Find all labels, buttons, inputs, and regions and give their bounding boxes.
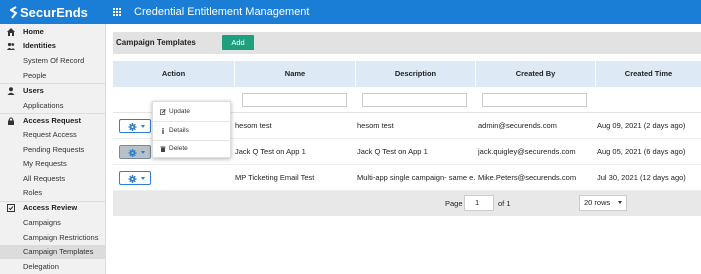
gear-icon [128, 123, 137, 131]
table-row: MP Ticketing Email Test Multi-app single… [113, 165, 701, 191]
row-action-button[interactable] [119, 145, 151, 159]
menu-item-update[interactable]: Update [153, 103, 232, 121]
chevron-down-icon [141, 125, 145, 128]
info-icon [162, 128, 164, 134]
menu-item-details[interactable]: Details [153, 122, 232, 140]
edit-icon [160, 109, 166, 115]
gear-icon [128, 149, 137, 157]
sidebar: Home Identities System Of Record People … [0, 24, 106, 274]
created-by-filter-input[interactable] [482, 93, 587, 107]
chevron-down-icon [141, 151, 145, 154]
gear-icon [128, 175, 137, 183]
sidebar-item-request-access[interactable]: Request Access [0, 128, 106, 142]
table-header: Action Name Description Created By Creat… [113, 61, 701, 87]
row-action-button[interactable] [119, 119, 151, 133]
chevron-down-icon [141, 177, 145, 180]
sidebar-item-pending-requests[interactable]: Pending Requests [0, 143, 106, 157]
logo-mark-icon [10, 6, 18, 19]
page-title-bar [113, 32, 701, 54]
cell-name: Jack Q Test on App 1 [235, 147, 306, 156]
column-header-action: Action [113, 61, 235, 87]
sidebar-item-campaigns[interactable]: Campaigns [0, 216, 106, 230]
cell-description: Multi-app single campaign- same e… [357, 173, 475, 182]
chevron-down-icon [618, 201, 622, 204]
cell-description: hesom test [357, 121, 394, 130]
add-button[interactable]: Add [222, 35, 254, 50]
description-filter-input[interactable] [362, 93, 467, 107]
sidebar-item-access-request[interactable]: Access Request [0, 114, 106, 128]
cell-created-time: Jul 30, 2021 (12 days ago) [597, 173, 686, 182]
page-label: Page [445, 199, 463, 208]
identities-icon [7, 42, 15, 50]
row-action-button[interactable] [119, 171, 151, 185]
column-header-description[interactable]: Description [356, 61, 476, 87]
sidebar-item-home[interactable]: Home [0, 25, 106, 39]
app-title: Credential Entitlement Management [134, 6, 310, 18]
lock-icon [8, 117, 14, 125]
sidebar-item-my-requests[interactable]: My Requests [0, 157, 106, 171]
cell-created-by: admin@securends.com [478, 121, 557, 130]
column-header-name[interactable]: Name [235, 61, 356, 87]
page-count-label: of 1 [498, 199, 511, 208]
column-header-created-by[interactable]: Created By [476, 61, 596, 87]
cell-created-time: Aug 05, 2021 (6 days ago) [597, 147, 686, 156]
page-title: Campaign Templates [116, 38, 196, 47]
cell-description: Jack Q Test on App 1 [357, 147, 428, 156]
sidebar-item-campaign-restrictions[interactable]: Campaign Restrictions [0, 231, 106, 245]
menu-item-delete[interactable]: Delete [153, 140, 232, 158]
sidebar-item-identities[interactable]: Identities [0, 39, 106, 53]
trash-icon [160, 146, 166, 152]
page-number-input[interactable]: 1 [464, 195, 494, 211]
top-bar: SecurEnds Credential Entitlement Managem… [0, 0, 701, 24]
sidebar-item-delegation[interactable]: Delegation [0, 260, 106, 274]
rows-per-page-value: 20 rows [584, 198, 611, 207]
apps-grid-icon[interactable] [113, 8, 121, 16]
rows-per-page-select[interactable]: 20 rows [579, 195, 627, 211]
cell-name: hesom test [235, 121, 272, 130]
sidebar-item-campaign-templates[interactable]: Campaign Templates [0, 245, 106, 259]
review-icon [7, 204, 15, 212]
sidebar-item-people[interactable]: People [0, 69, 106, 83]
logo-text: SecurEnds [20, 5, 88, 20]
home-icon [7, 28, 15, 36]
column-header-created-time[interactable]: Created Time [596, 61, 701, 87]
sidebar-item-roles[interactable]: Roles [0, 186, 106, 200]
cell-created-by: Mike.Peters@securends.com [478, 173, 577, 182]
cell-created-time: Aug 09, 2021 (2 days ago) [597, 121, 686, 130]
name-filter-input[interactable] [242, 93, 347, 107]
sidebar-item-users[interactable]: Users [0, 84, 106, 98]
sidebar-item-all-requests[interactable]: All Requests [0, 172, 106, 186]
user-icon [7, 87, 15, 95]
cell-created-by: jack.quigley@securends.com [478, 147, 576, 156]
sidebar-item-applications[interactable]: Applications [0, 99, 106, 113]
sidebar-item-access-review[interactable]: Access Review [0, 201, 106, 215]
sidebar-item-system-of-record[interactable]: System Of Record [0, 54, 106, 68]
action-dropdown-menu: Update Details Delete [152, 101, 232, 158]
cell-name: MP Ticketing Email Test [235, 173, 315, 182]
logo[interactable]: SecurEnds [10, 5, 88, 20]
